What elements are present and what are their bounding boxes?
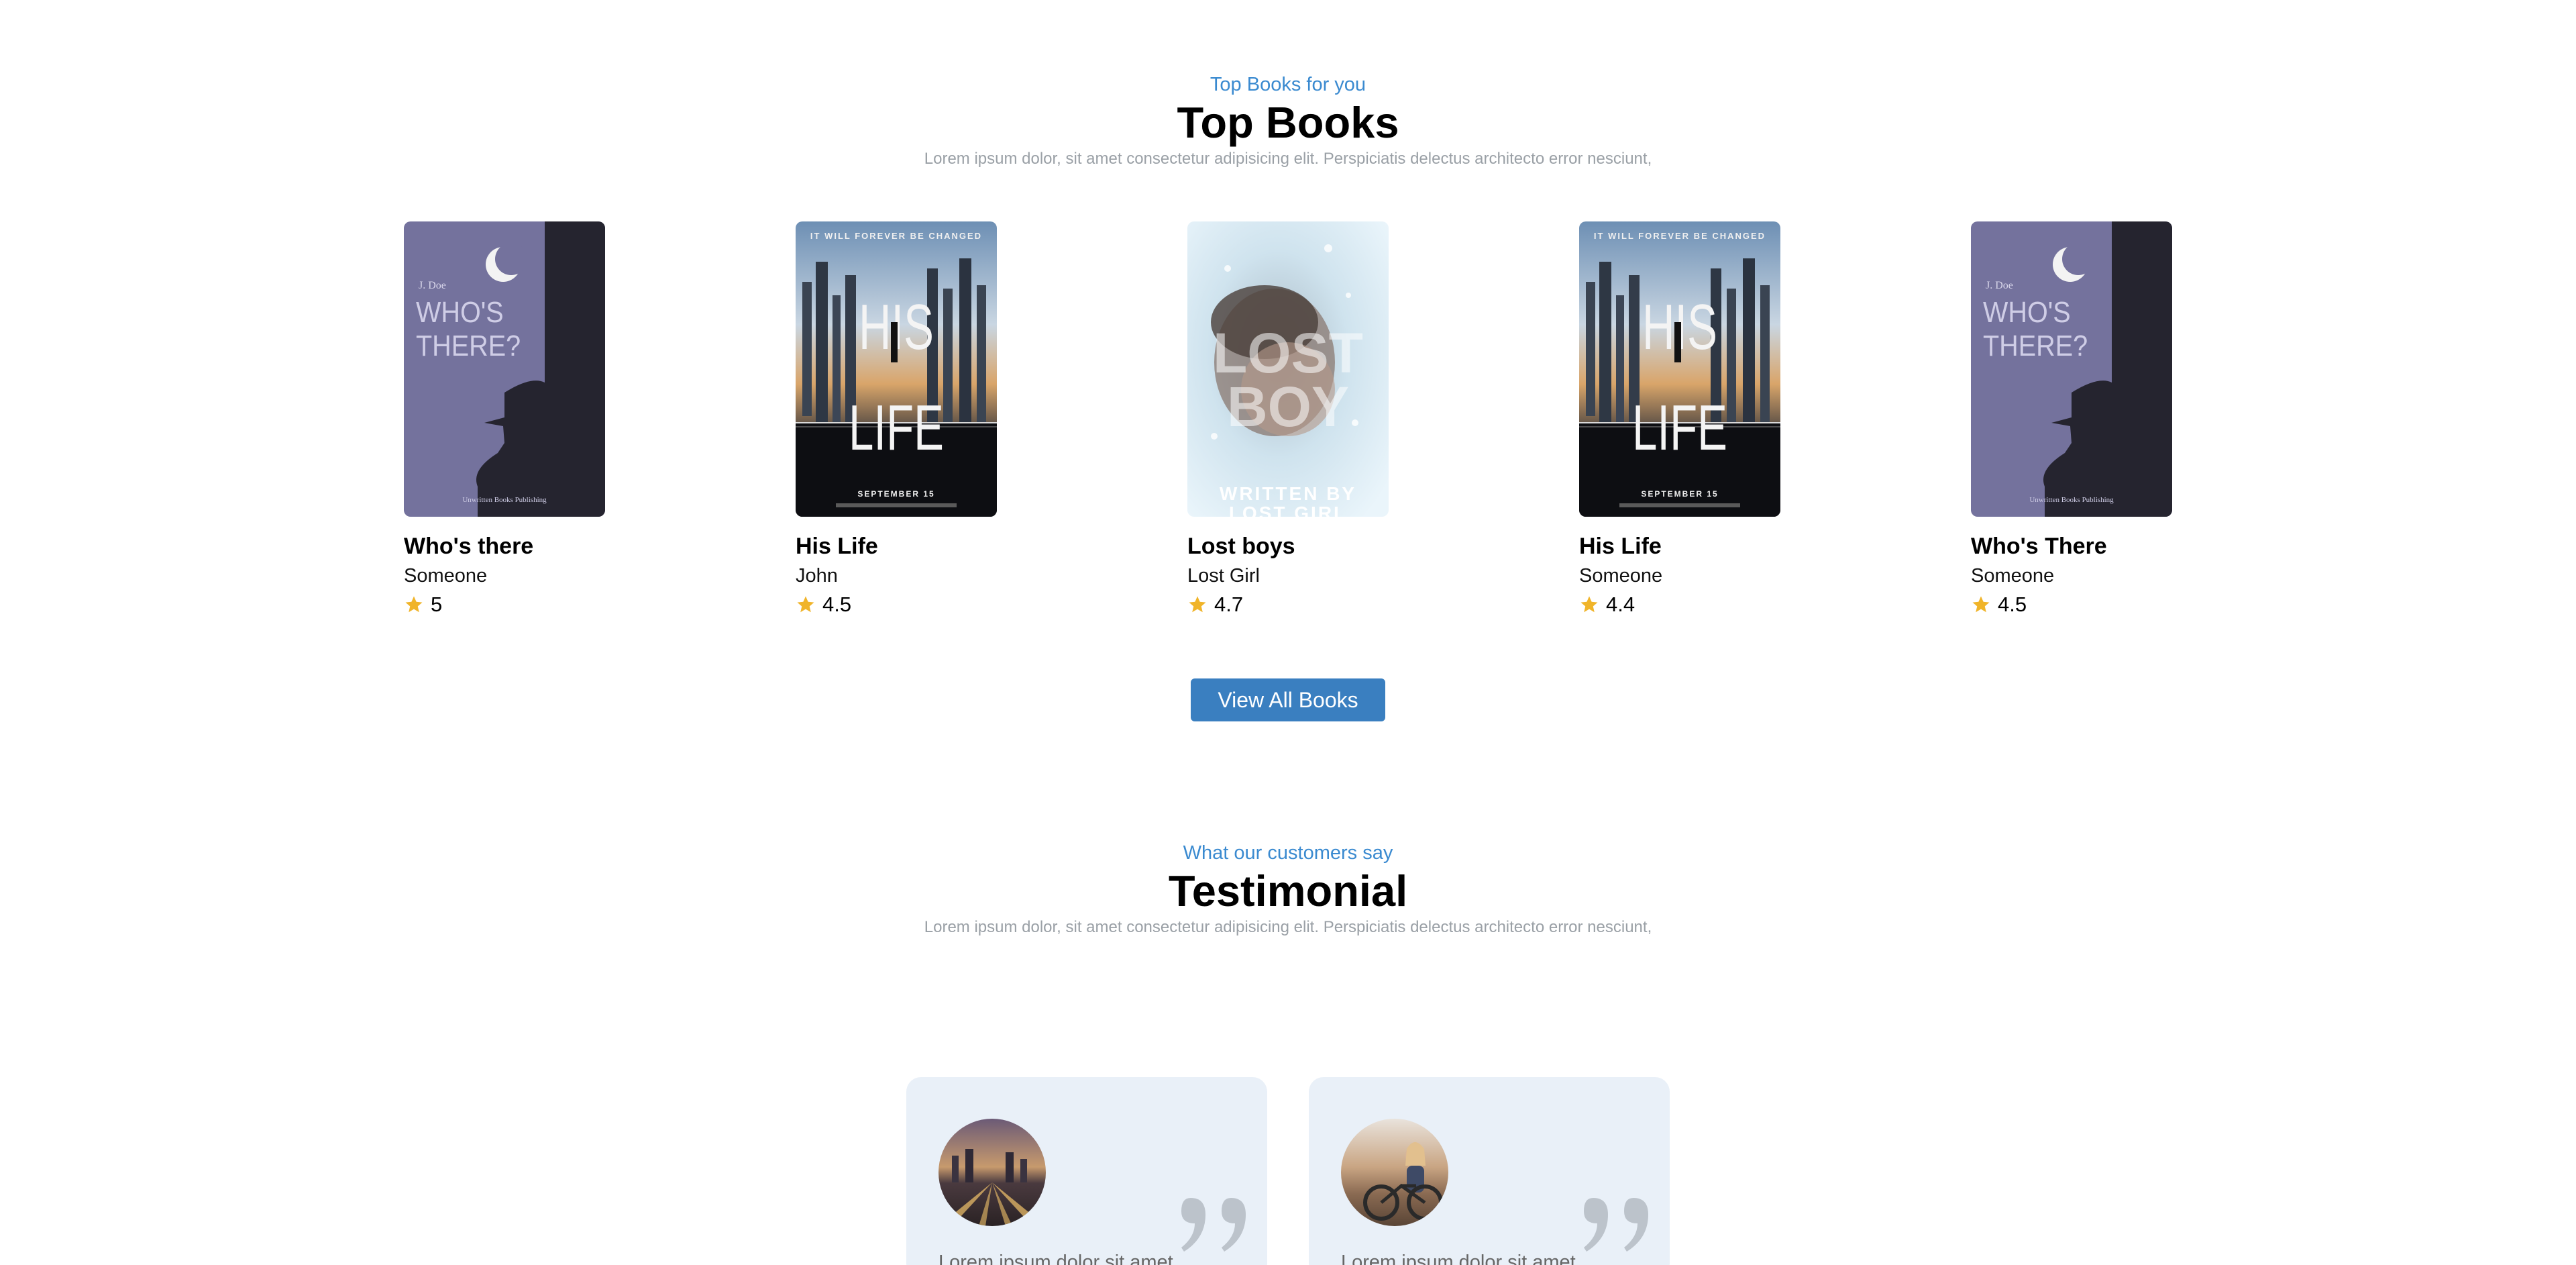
book-cover-lost-boy[interactable]: LOST BOY WRITTEN BY LOST GIRL <box>1187 221 1389 517</box>
book-title[interactable]: Who's There <box>1971 533 2172 560</box>
book-cover-whos-there[interactable]: J. Doe WHO'S THERE? Unwritten Books Publ… <box>404 221 605 517</box>
quote-icon <box>1584 1198 1648 1252</box>
testimonial-subtitle: Lorem ipsum dolor, sit amet consectetur … <box>924 918 1652 936</box>
testimonial-header: What our customers say Testimonial Lorem… <box>0 841 2576 938</box>
book-card[interactable]: J. Doe WHO'S THERE? Unwritten Books Publ… <box>1971 221 2172 617</box>
testimonial-text: Lorem ipsum dolor sit amet <box>1341 1252 1576 1265</box>
whos-there-cover-art: J. Doe WHO'S THERE? Unwritten Books Publ… <box>404 221 605 517</box>
testimonial-title: Testimonial <box>1168 866 1408 915</box>
top-books-header: Top Books for you Top Books Lorem ipsum … <box>0 72 2576 169</box>
testimonial-card: Lorem ipsum dolor sit amet <box>906 1077 1267 1265</box>
whos-there-cover-title-2: THERE? <box>1983 329 2088 362</box>
book-card[interactable]: LOST BOY WRITTEN BY LOST GIRL Lost boys … <box>1187 221 1389 617</box>
book-author: Someone <box>1579 565 1663 587</box>
book-rating: 4.5 <box>796 592 997 617</box>
book-card[interactable]: IT WILL FOREVER BE CHANGED HIS LIFE SEPT… <box>1579 221 1780 617</box>
whos-there-cover-author: J. Doe <box>419 280 446 291</box>
star-icon <box>1972 596 1990 613</box>
top-books-subtitle: Lorem ipsum dolor, sit amet consectetur … <box>924 150 1652 168</box>
his-life-cover-tagline: IT WILL FOREVER BE CHANGED <box>1594 231 1766 241</box>
book-rating: 4.7 <box>1187 592 1389 617</box>
his-life-cover-art: IT WILL FOREVER BE CHANGED HIS LIFE SEPT… <box>1579 221 1780 517</box>
rating-value: 4.5 <box>1998 593 2027 616</box>
his-life-cover-title-2: LIFE <box>1632 391 1727 464</box>
book-author: Someone <box>404 565 488 587</box>
whos-there-cover-publisher: Unwritten Books Publishing <box>462 496 547 504</box>
whos-there-cover-author: J. Doe <box>1986 280 2013 291</box>
star-icon <box>1189 596 1206 613</box>
book-title[interactable]: Lost boys <box>1187 533 1389 560</box>
book-title[interactable]: Who's there <box>404 533 605 560</box>
book-author: John <box>796 565 838 587</box>
top-books-eyebrow: Top Books for you <box>1210 74 1366 95</box>
his-life-cover-date: SEPTEMBER 15 <box>857 489 934 499</box>
book-cover-his-life[interactable]: IT WILL FOREVER BE CHANGED HIS LIFE SEPT… <box>1579 221 1780 517</box>
cyclist-avatar-image <box>1341 1119 1448 1226</box>
quote-icon <box>1181 1198 1246 1252</box>
whos-there-cover-title-1: WHO'S <box>416 295 504 328</box>
rating-value: 5 <box>431 593 443 616</box>
lost-boy-cover-byline-2: LOST GIRL <box>1229 503 1347 517</box>
rating-value: 4.4 <box>1606 593 1635 616</box>
whos-there-cover-title-1: WHO'S <box>1983 295 2071 328</box>
lost-boy-cover-byline-1: WRITTEN BY <box>1220 483 1356 504</box>
his-life-cover-title-2: LIFE <box>849 391 944 464</box>
testimonial-card: Lorem ipsum dolor sit amet <box>1309 1077 1670 1265</box>
his-life-cover-tagline: IT WILL FOREVER BE CHANGED <box>810 231 982 241</box>
testimonial-eyebrow: What our customers say <box>1183 842 1393 864</box>
book-author: Lost Girl <box>1187 565 1260 587</box>
whos-there-cover-title-2: THERE? <box>416 329 521 362</box>
whos-there-cover-publisher: Unwritten Books Publishing <box>2029 496 2114 504</box>
his-life-cover-date: SEPTEMBER 15 <box>1641 489 1718 499</box>
rating-value: 4.7 <box>1214 593 1244 616</box>
city-night-avatar-image <box>938 1119 1046 1226</box>
book-rating: 4.4 <box>1579 592 1780 617</box>
book-rating: 5 <box>404 592 605 617</box>
view-all-books-button[interactable]: View All Books <box>1191 678 1385 721</box>
page: Top Books for you Top Books Lorem ipsum … <box>0 0 2576 1265</box>
book-card[interactable]: IT WILL FOREVER BE CHANGED HIS LIFE SEPT… <box>796 221 997 617</box>
book-title[interactable]: His Life <box>796 533 997 560</box>
book-rating: 4.5 <box>1971 592 2172 617</box>
book-cover-his-life[interactable]: IT WILL FOREVER BE CHANGED HIS LIFE SEPT… <box>796 221 997 517</box>
book-cover-whos-there[interactable]: J. Doe WHO'S THERE? Unwritten Books Publ… <box>1971 221 2172 517</box>
whos-there-cover-art: J. Doe WHO'S THERE? Unwritten Books Publ… <box>1971 221 2172 517</box>
testimonial-text: Lorem ipsum dolor sit amet <box>938 1252 1173 1265</box>
rating-value: 4.5 <box>822 593 852 616</box>
star-icon <box>405 596 423 613</box>
avatar <box>1341 1119 1448 1226</box>
star-icon <box>1580 596 1598 613</box>
book-author: Someone <box>1971 565 2055 587</box>
star-icon <box>797 596 814 613</box>
top-books-title: Top Books <box>1177 98 1399 147</box>
book-title[interactable]: His Life <box>1579 533 1780 560</box>
his-life-cover-art: IT WILL FOREVER BE CHANGED HIS LIFE SEPT… <box>796 221 997 517</box>
book-card[interactable]: J. Doe WHO'S THERE? Unwritten Books Publ… <box>404 221 605 617</box>
avatar <box>938 1119 1046 1226</box>
lost-boy-cover-art: LOST BOY WRITTEN BY LOST GIRL <box>1187 221 1389 517</box>
lost-boy-cover-title-2: BOY <box>1227 375 1349 438</box>
